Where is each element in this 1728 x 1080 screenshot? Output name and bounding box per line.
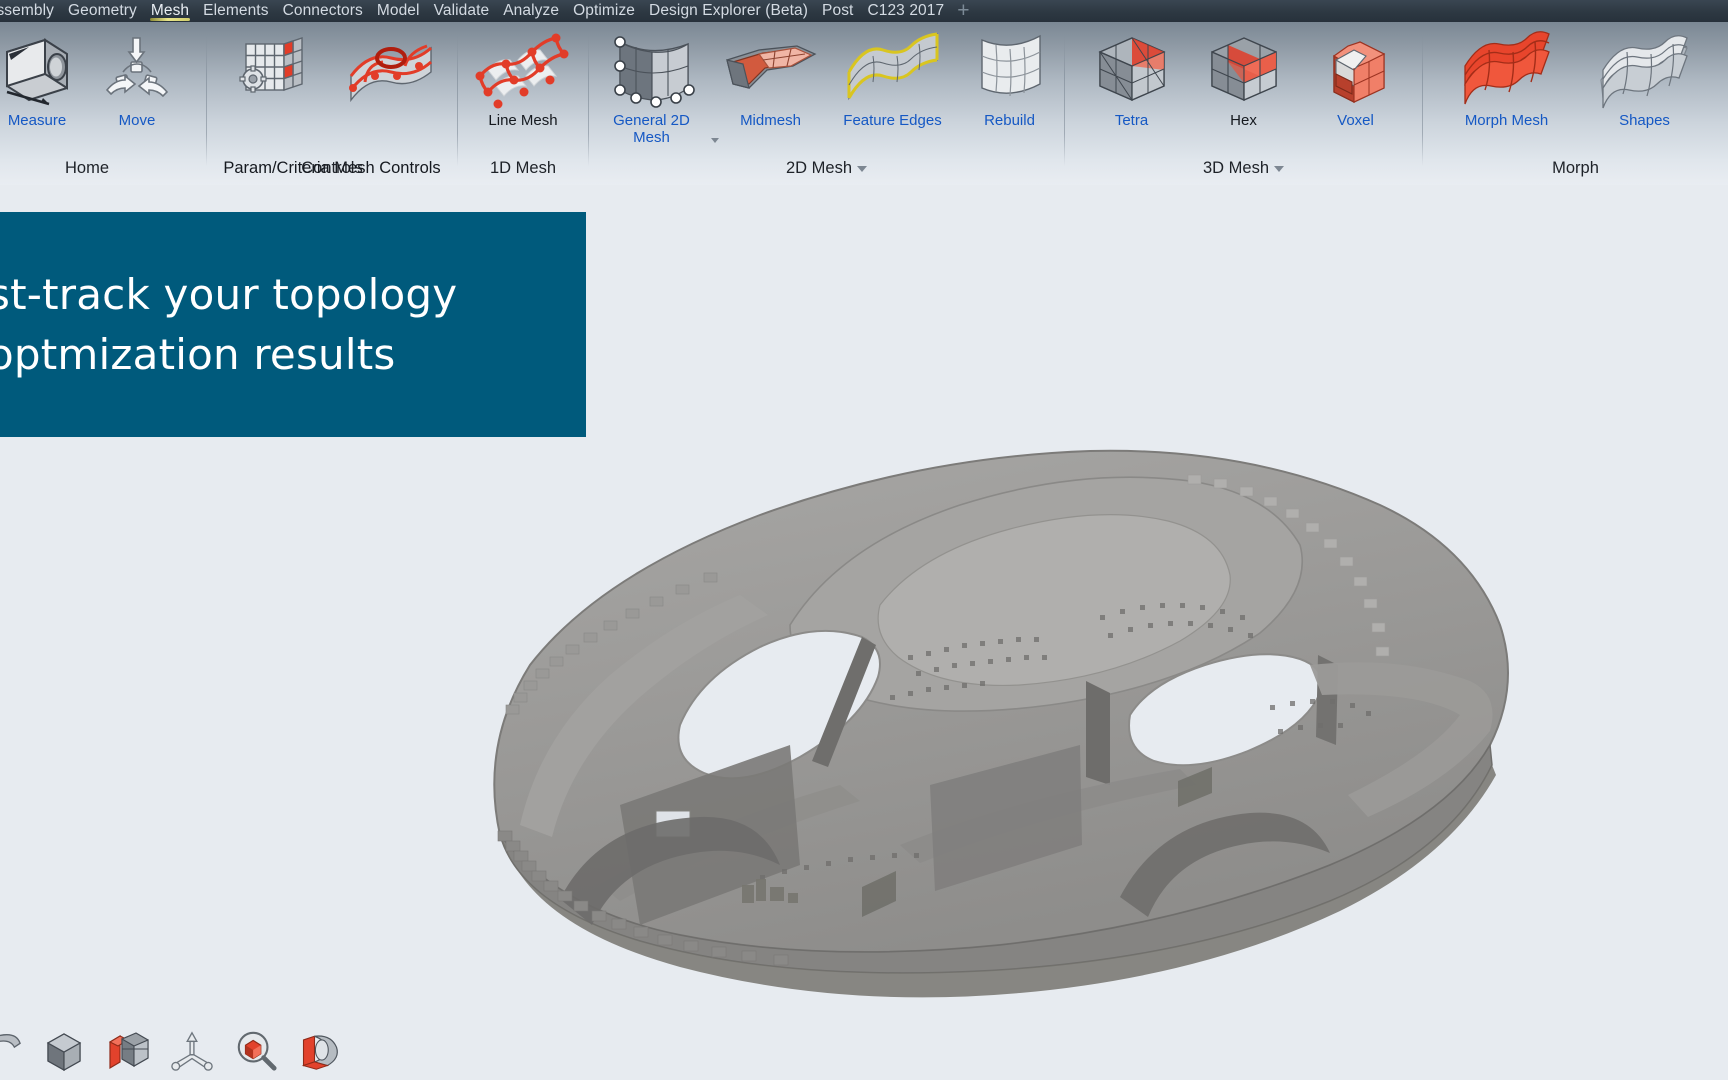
midmesh-icon: [719, 28, 823, 112]
ribbon-label-feature-edges: Feature Edges: [843, 112, 942, 129]
ribbon-group-1d-mesh: Line Mesh 1D Mesh: [458, 22, 588, 185]
rebuild-icon: [962, 28, 1058, 112]
ribbon-command-move[interactable]: Move: [87, 28, 187, 129]
menu-item-mesh[interactable]: Mesh: [144, 0, 196, 22]
ribbon-group-title-3d-mesh[interactable]: 3D Mesh: [1065, 153, 1422, 185]
toolbar-button-split-cube[interactable]: [106, 1028, 150, 1072]
line-mesh-icon: [468, 28, 578, 112]
menu-item-elements[interactable]: Elements: [196, 0, 275, 22]
axis-tripod-icon: [171, 1031, 213, 1071]
ribbon-group-home: Measure Move Home: [0, 22, 206, 185]
voxel-icon: [1310, 28, 1402, 112]
section-view-icon: [301, 1035, 338, 1070]
ribbon-label-rebuild: Rebuild: [984, 112, 1035, 129]
ribbon-group-title-2d-mesh-text: 2D Mesh: [785, 159, 853, 177]
ribbon-label-shapes: Shapes: [1619, 112, 1670, 129]
ribbon-group-3d-mesh: Tetra Hex Voxel 3D Mesh: [1065, 22, 1422, 185]
add-tab-button[interactable]: +: [951, 0, 975, 22]
toolbar-button-shell-surface[interactable]: [0, 1028, 22, 1072]
ribbon-command-rebuild[interactable]: Rebuild: [956, 28, 1064, 129]
ribbon-label-morph-mesh: Morph Mesh: [1464, 112, 1549, 129]
menu-item-geometry[interactable]: Geometry: [61, 0, 144, 22]
ribbon-group-title-3d-mesh-text: 3D Mesh: [1202, 159, 1270, 177]
ribbon-command-line-mesh[interactable]: Line Mesh: [473, 28, 573, 129]
promo-banner-line-1: st-track your topology: [0, 269, 458, 319]
menu-item-assembly[interactable]: Assembly: [0, 0, 61, 22]
solid-cube-icon: [46, 1033, 82, 1071]
menu-item-model[interactable]: Model: [370, 0, 427, 22]
ribbon-command-midmesh[interactable]: Midmesh: [712, 28, 830, 129]
criteria-mesh-surface-icon: [345, 28, 435, 112]
mesh-controls-icon: [236, 28, 314, 112]
ribbon-command-morph-mesh[interactable]: Morph Mesh: [1451, 28, 1563, 129]
menu-item-design-explorer[interactable]: Design Explorer (Beta): [642, 0, 815, 22]
ribbon-group-title-2d-mesh[interactable]: 2D Mesh: [589, 153, 1064, 185]
move-axis-icon: [99, 28, 175, 112]
ribbon-command-param-criteria[interactable]: [222, 28, 327, 112]
ribbon-command-tetra[interactable]: Tetra: [1082, 28, 1182, 129]
ribbon-command-hex[interactable]: Hex: [1194, 28, 1294, 129]
toolbar-button-magnify-cube[interactable]: [234, 1028, 278, 1072]
toolbar-button-axis-tripod[interactable]: [170, 1028, 214, 1072]
toolbar-button-section-view[interactable]: [298, 1028, 342, 1072]
ribbon-command-shapes[interactable]: Shapes: [1589, 28, 1701, 129]
ribbon-label-move: Move: [118, 112, 156, 129]
main-menu-bar: Assembly Geometry Mesh Elements Connecto…: [0, 0, 1728, 22]
ribbon-label-voxel: Voxel: [1337, 112, 1374, 129]
ribbon-label-midmesh: Midmesh: [740, 112, 801, 129]
ribbon-label-general-2d-mesh: General 2D Mesh: [613, 112, 690, 146]
ribbon-group-title-home: Home: [64, 159, 109, 177]
split-cube-icon: [108, 1032, 149, 1070]
general-2d-mesh-icon: [604, 28, 700, 112]
chevron-down-icon-3d-mesh[interactable]: [1274, 165, 1285, 172]
magnify-cube-icon: [237, 1031, 277, 1071]
ribbon-command-voxel[interactable]: Voxel: [1306, 28, 1406, 129]
ribbon-group-2d-mesh: General 2D Mesh Midmesh Feature Edges Re…: [589, 22, 1064, 185]
menu-item-validate[interactable]: Validate: [427, 0, 497, 22]
ribbon-command-feature-edges[interactable]: Feature Edges: [834, 28, 952, 129]
menu-item-post[interactable]: Post: [815, 0, 860, 22]
feature-edges-icon: [841, 28, 945, 112]
menu-item-c123-2017[interactable]: C123 2017: [860, 0, 951, 22]
menu-item-optimize[interactable]: Optimize: [566, 0, 642, 22]
ribbon-command-label-param-criteria: Param/Criteria Mesh Controls: [223, 159, 441, 177]
morph-mesh-icon: [1455, 28, 1559, 112]
chevron-down-icon-2d-mesh[interactable]: [857, 165, 868, 172]
ribbon-label-line-mesh: Line Mesh: [488, 112, 558, 129]
bottom-toolbar: [0, 1020, 1728, 1080]
ribbon-group-title-1d-mesh: 1D Mesh: [489, 159, 557, 177]
menu-item-analyze[interactable]: Analyze: [496, 0, 566, 22]
measure-solid-icon: [0, 28, 75, 112]
toolbar-button-solid-cube[interactable]: [42, 1028, 86, 1072]
promo-banner-line-2: optmization results: [0, 329, 396, 379]
menu-item-connectors[interactable]: Connectors: [276, 0, 370, 22]
shapes-icon: [1593, 28, 1697, 112]
ribbon-command-measure[interactable]: Measure: [0, 28, 87, 129]
ribbon-group-morph: Morph Mesh Shapes Morph: [1423, 22, 1728, 185]
ribbon-command-param-criteria-2[interactable]: [337, 28, 442, 112]
ribbon-label-tetra: Tetra: [1114, 112, 1149, 129]
ribbon-command-general-2d-mesh[interactable]: General 2D Mesh: [596, 28, 708, 146]
tetra-cube-icon: [1086, 28, 1178, 112]
ribbon-label-measure: Measure: [7, 112, 67, 129]
ribbon-toolbar: Measure Move Home Controls Param/Criteri…: [0, 22, 1728, 185]
ribbon-label-hex: Hex: [1230, 112, 1257, 129]
hex-cube-icon: [1198, 28, 1290, 112]
chevron-down-icon-general-2d-mesh[interactable]: [711, 138, 719, 143]
promo-banner: st-track your topology optmization resul…: [0, 212, 586, 437]
ribbon-group-title-morph: Morph: [1552, 159, 1599, 177]
shell-surface-icon: [0, 1034, 21, 1049]
